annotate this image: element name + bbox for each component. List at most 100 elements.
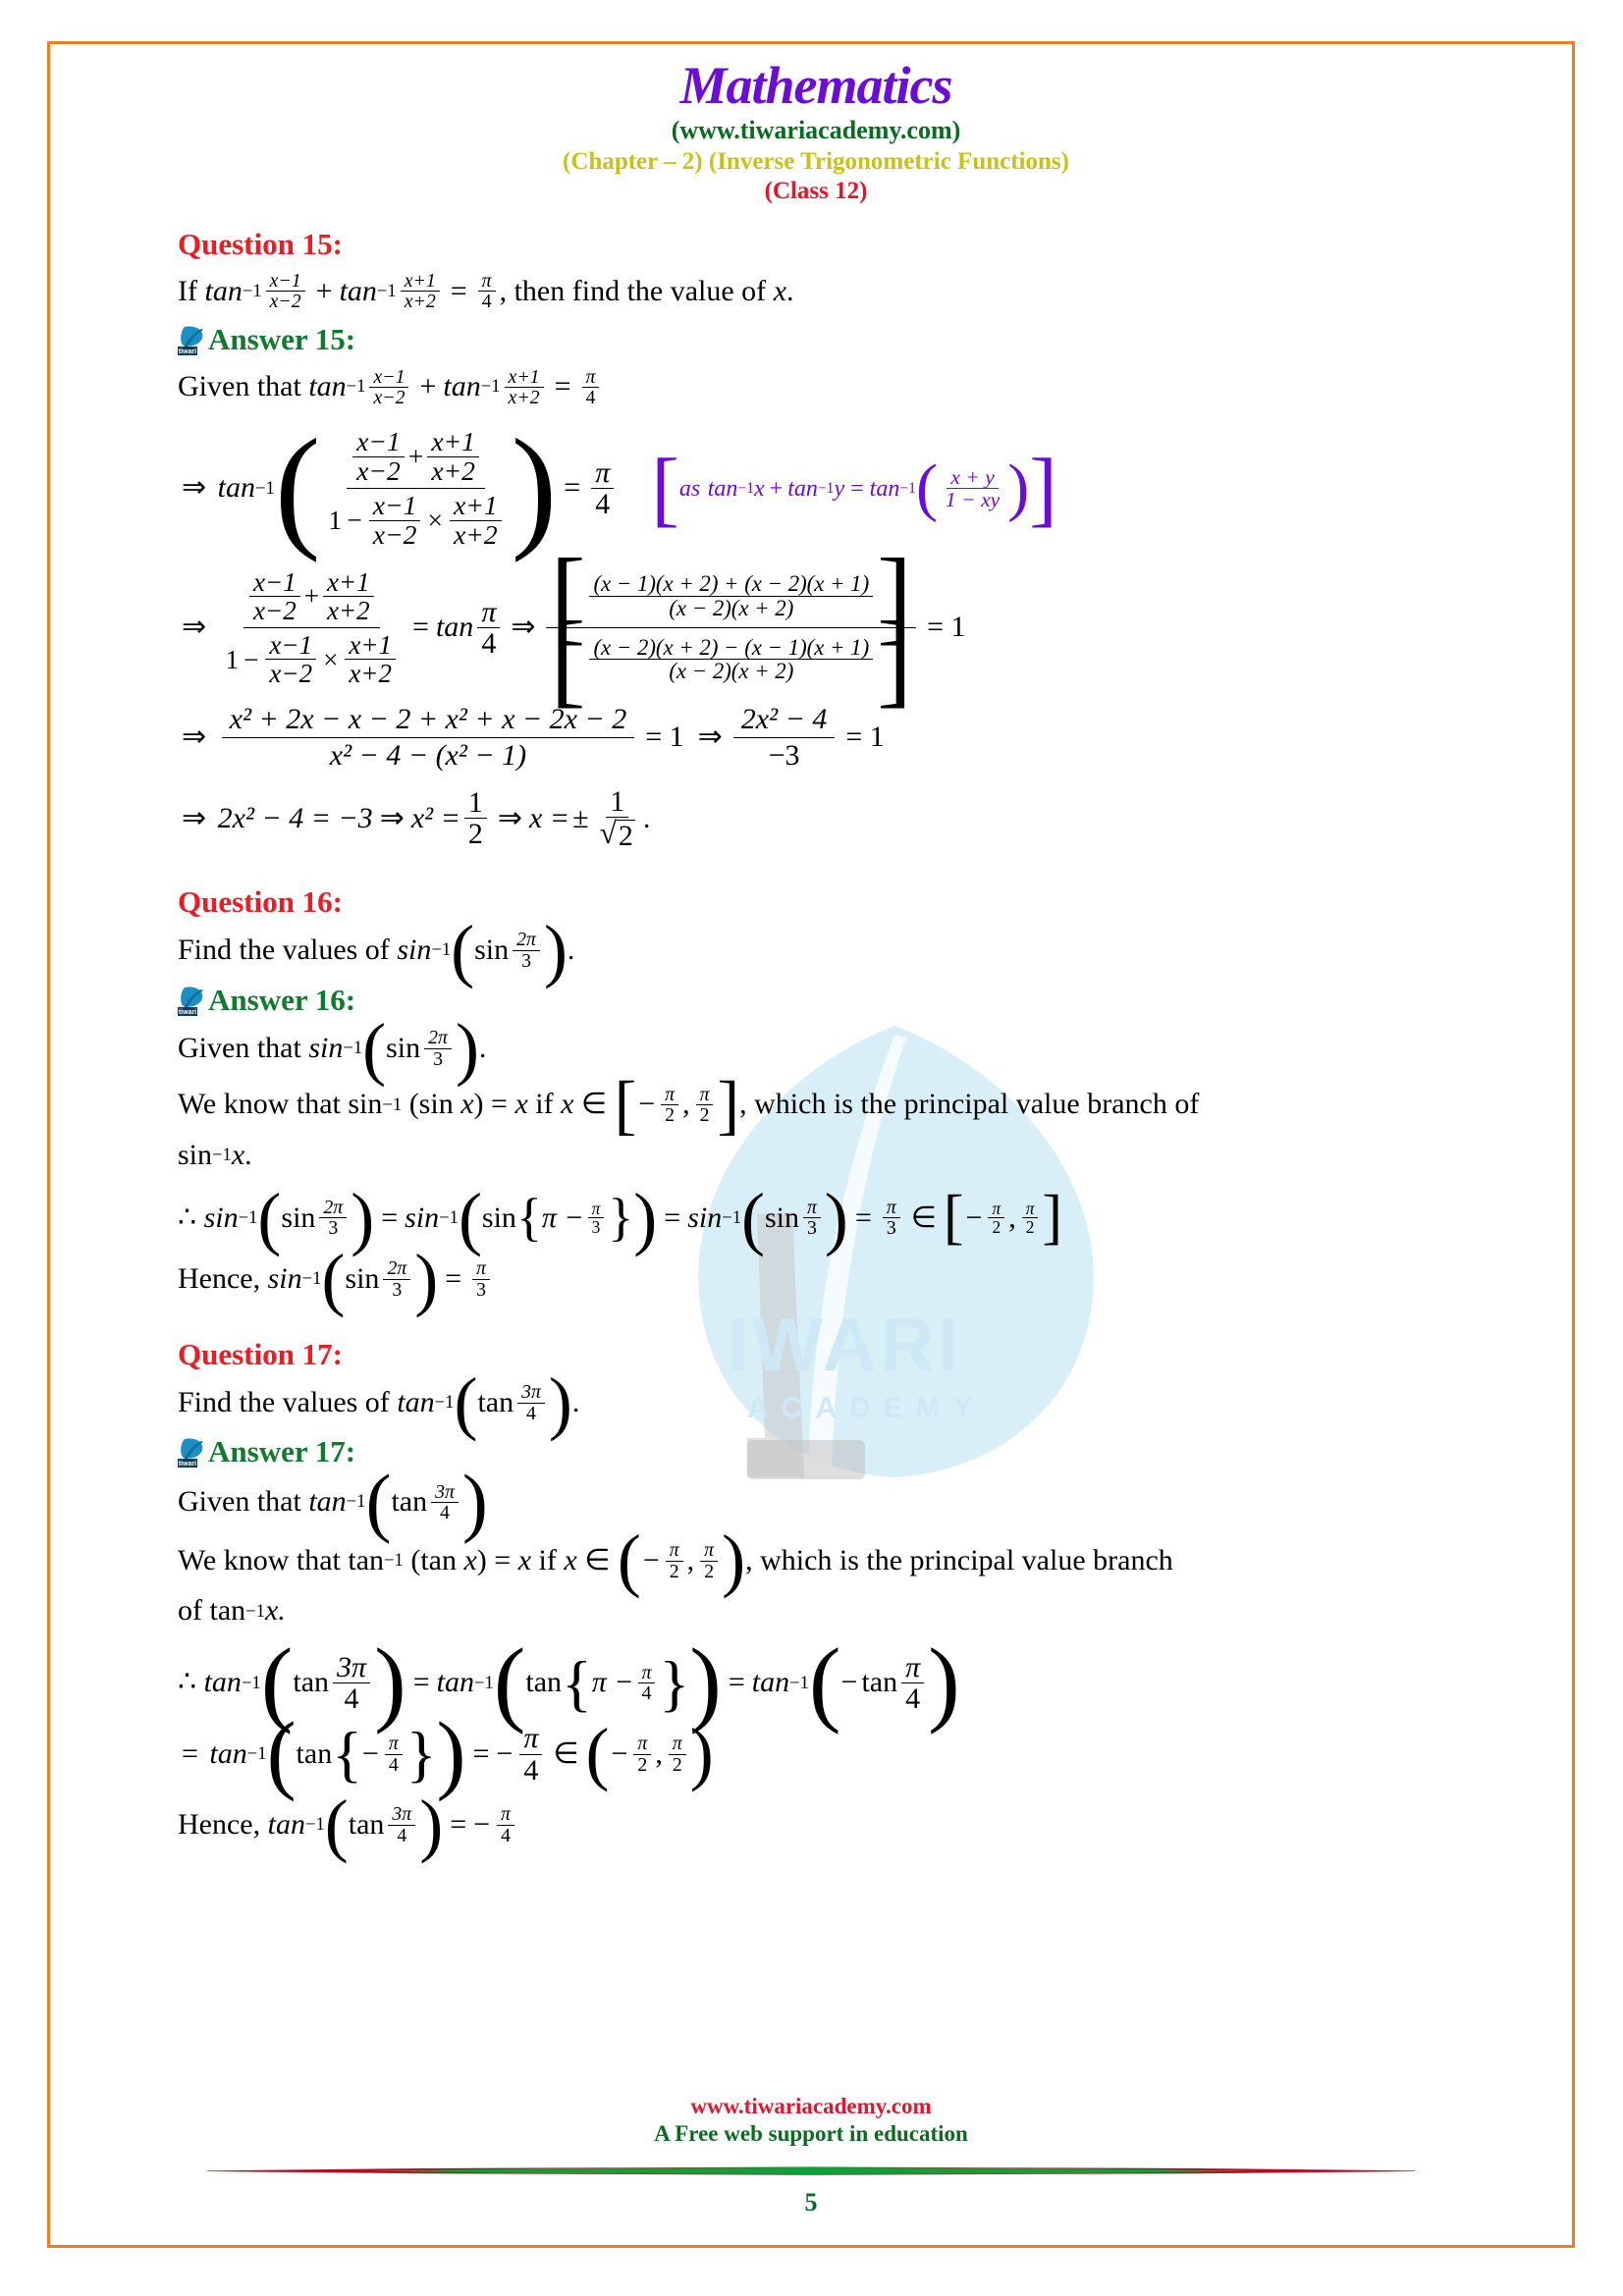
q16-right-paren: ) [543, 911, 568, 990]
q16-therefore: ∴ [178, 1201, 197, 1234]
q15-s1-tan: tan [217, 471, 255, 505]
q15-s2-equals: = [412, 611, 429, 644]
answer-17-hence: Hence, tan −1 ( tan 3π 4 ) = − π4 [178, 1789, 1454, 1859]
answer-16-step-main: ∴ sin −1 ( sin 2π 3 ) = sin −1 ( sin { π − … [178, 1178, 1063, 1257]
q15-s4-root-frac: 1 √ 2 [599, 784, 635, 852]
q17-s2-equals: = [182, 1736, 198, 1770]
note-right-bracket: ] [1029, 441, 1057, 536]
q15-s4-period: . [642, 801, 651, 834]
q15-s4-half: 12 [463, 787, 487, 850]
answer-16-hence: Hence, sin −1 ( sin 2π 3 ) = π3 [178, 1245, 1454, 1314]
q16-know-2: (sin [408, 1088, 454, 1121]
note-as-word: as [678, 475, 701, 502]
footer-url[interactable]: www.tiwariacademy.com [50, 2094, 1572, 2119]
q17-find-label: Find the values of [178, 1385, 390, 1418]
q15-given-label: Given that [178, 370, 301, 403]
q16-in-symbol: ∈ [580, 1088, 608, 1121]
answer-17-branch-cont: of tan −1 x. [178, 1590, 1454, 1632]
q15-g-exp-2: −1 [480, 376, 501, 398]
q15-s2-bracket-frac: [ (x − 1)(x + 2) + (x − 2)(x + 1) (x − 2)… [546, 543, 917, 713]
q16-g-sin: sin [308, 1031, 344, 1064]
q17-given-label: Given that [178, 1485, 301, 1519]
q17-know-6: , which is the principal value branch [745, 1543, 1173, 1576]
answer-17-principal-branch: We know that tan −1 (tan x) = x if x ∈ ( … [178, 1521, 1173, 1600]
q16-sininv-word: sin [178, 1139, 213, 1171]
q15-s1-equals: = [564, 471, 581, 505]
q15-exp-1: −1 [242, 280, 262, 301]
q15-g-plus: + [419, 370, 437, 403]
q15-s4-plusminus: ± [572, 801, 589, 834]
q16-inner-sin: sin [474, 934, 510, 967]
q15-s3-eq: = 1 [645, 720, 684, 753]
answer-16-label: Answer 16: [208, 982, 356, 1017]
q15-frac-2: x+1 x+2 [400, 271, 440, 312]
q15-s3-frac: x² + 2x − x − 2 + x² + x − 2x − 2 x² − 4… [221, 704, 635, 771]
answer-17-label: Answer 17: [208, 1434, 356, 1469]
q15-s1-paren-group: ( x−1 x−2 + x+1 x+2 1 − x−1 x−2 × x+1 x+2 [274, 411, 558, 564]
q15-g-pi4: π4 [581, 366, 600, 408]
chapter-line: (Chapter – 2) (Inverse Trigonometric Fun… [563, 147, 1069, 175]
q15-exp-2: −1 [376, 280, 397, 301]
q15-s3-eq-2: = 1 [845, 720, 885, 753]
q17-interval: ( − π2 , π2 ) [617, 1521, 746, 1600]
answer-16-principal-branch: We know that sin −1 (sin x) = x if x ∈ [ … [178, 1066, 1200, 1142]
question-16-text: Find the values of sin −1 ( sin 2π 3 ) . [178, 911, 1454, 990]
q15-g-equals: = [554, 370, 571, 403]
question-17-text: Find the values of tan −1 ( tan 3π 4 ) . [178, 1362, 580, 1442]
q15-s1-arrow: ⇒ [182, 471, 207, 505]
note-left-paren: ( [915, 452, 938, 524]
q16-interval: [ − π2 , π2 ] [614, 1066, 740, 1142]
q15-var: x [773, 274, 787, 307]
answer-16-given: Given that sin −1 ( sin 2π 3 ) . [178, 1008, 487, 1088]
left-paren: ( [274, 411, 321, 564]
page-number: 5 [804, 2188, 818, 2216]
q16-know-6: , which is the principal value branch of [739, 1088, 1200, 1121]
answer-17-step-1: ∴ tan −1 ( tan 3π 4 ) = tan −1 ( tan { π − … [178, 1629, 960, 1736]
tiwari-leaf-icon: tiwari [178, 985, 207, 1016]
answer-15-given: Given that tan −1 x−1 x−2 + tan −1 x+1 x+2 =… [178, 366, 1454, 408]
page-footer: www.tiwariacademy.com A Free web support… [50, 2094, 1572, 2217]
q15-s4-eq-c: x = [529, 801, 570, 834]
q15-s1-compound-frac: x−1 x−2 + x+1 x+2 1 − x−1 x−2 × x+1 x+2 [324, 427, 507, 550]
right-paren: ) [511, 411, 558, 564]
q15-s4-eq-a: 2x² − 4 = −3 [217, 801, 373, 834]
q17-therefore: ∴ [178, 1666, 197, 1699]
svg-text:tiwari: tiwari [179, 1461, 196, 1468]
q16-given-label: Given that [178, 1031, 301, 1064]
q15-g-frac-2: x+1 x+2 [504, 366, 544, 408]
q15-s2-pi4: π4 [477, 597, 501, 659]
q15-g-frac-1: x−1 x−2 [369, 366, 409, 408]
q15-g-exp-1: −1 [346, 376, 366, 398]
site-url-header: (www.tiwariacademy.com) [671, 115, 961, 144]
q16-left-paren: ( [451, 911, 475, 990]
q15-s2-eq-one: = 1 [927, 611, 966, 644]
q15-period: . [786, 274, 794, 307]
q16-sin-exp: −1 [431, 939, 452, 961]
class-line: (Class 12) [764, 177, 868, 204]
q16-know-3: ) = [473, 1088, 508, 1121]
tiwari-leaf-icon: tiwari [178, 324, 207, 356]
q15-s1-pi4: π4 [591, 457, 615, 519]
q17-know-2: (tan [410, 1543, 457, 1576]
q15-s3-frac-2: 2x² − 4 −3 [732, 704, 836, 771]
note-frac: x + y 1 − xy [945, 464, 1001, 512]
q16-period: . [567, 934, 575, 967]
q17-hence-label: Hence, [178, 1807, 261, 1841]
q16-know-1: We know that sin [178, 1088, 383, 1121]
answer-15-label: Answer 15: [208, 322, 356, 357]
q15-plus-1: + [315, 274, 333, 307]
q16-sin: sin [397, 934, 432, 967]
q16-hence-label: Hence, [178, 1262, 261, 1296]
q15-s2-tan: tan [435, 611, 474, 644]
q17-know-1: We know that tan [178, 1543, 385, 1576]
q15-pi-over-4: π 4 [477, 271, 496, 312]
q17-tan: tan [397, 1385, 435, 1418]
q15-s2-arrow-2: ⇒ [511, 611, 536, 644]
q16-find-label: Find the values of [178, 934, 390, 967]
q15-g-tan-1: tan [308, 370, 347, 403]
q15-identity-note: [ as tan −1 x + tan −1 y = tan −1 ( x + y 1 −… [651, 441, 1057, 536]
answer-17-given: Given that tan −1 ( tan 3π 4 ) [178, 1459, 488, 1545]
question-15-text: If tan −1 x−1 x−2 + tan −1 x+1 x+2 = π 4… [178, 271, 1454, 313]
q15-s4-arrow-3: ⇒ [497, 801, 523, 834]
q15-s2-arrow: ⇒ [182, 611, 207, 644]
